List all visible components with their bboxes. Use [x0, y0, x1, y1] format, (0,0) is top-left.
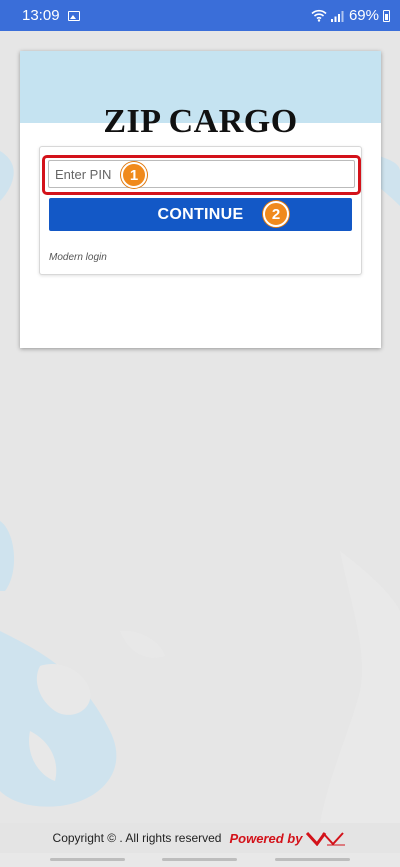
step-1-badge: 1: [121, 162, 147, 188]
status-time: 13:09: [22, 7, 60, 24]
pin-input[interactable]: [48, 160, 355, 188]
copyright-text: Copyright © . All rights reserved: [52, 831, 222, 845]
login-panel: 1 CONTINUE 2 Modern login: [39, 146, 362, 275]
footer: Copyright © . All rights reserved Powere…: [0, 823, 400, 853]
nav-back-handle[interactable]: [275, 858, 350, 861]
image-icon: [67, 10, 80, 21]
vnvn-logo: [306, 831, 346, 846]
status-right: 69%: [311, 7, 390, 24]
battery-icon: [383, 9, 390, 22]
powered-by-text: Powered by: [229, 830, 303, 846]
nav-recent-handle[interactable]: [50, 858, 125, 861]
card-header: ZIP CARGO: [20, 51, 381, 140]
app-title: ZIP CARGO: [103, 103, 298, 140]
step-2-badge: 2: [263, 201, 289, 227]
powered-by-logo[interactable]: Powered by: [229, 830, 347, 846]
modern-login-link[interactable]: Modern login: [49, 252, 107, 263]
nav-home-handle[interactable]: [162, 858, 237, 861]
continue-button[interactable]: CONTINUE: [49, 198, 352, 231]
login-card: ZIP CARGO 1 CONTINUE 2 Modern login: [20, 51, 381, 348]
signal-icon: [330, 10, 344, 22]
system-nav-bar: [0, 853, 400, 867]
status-left: 13:09: [22, 7, 80, 24]
wifi-icon: [311, 9, 327, 22]
status-bar: 13:09 69%: [0, 0, 400, 31]
battery-level: 69%: [348, 7, 379, 24]
